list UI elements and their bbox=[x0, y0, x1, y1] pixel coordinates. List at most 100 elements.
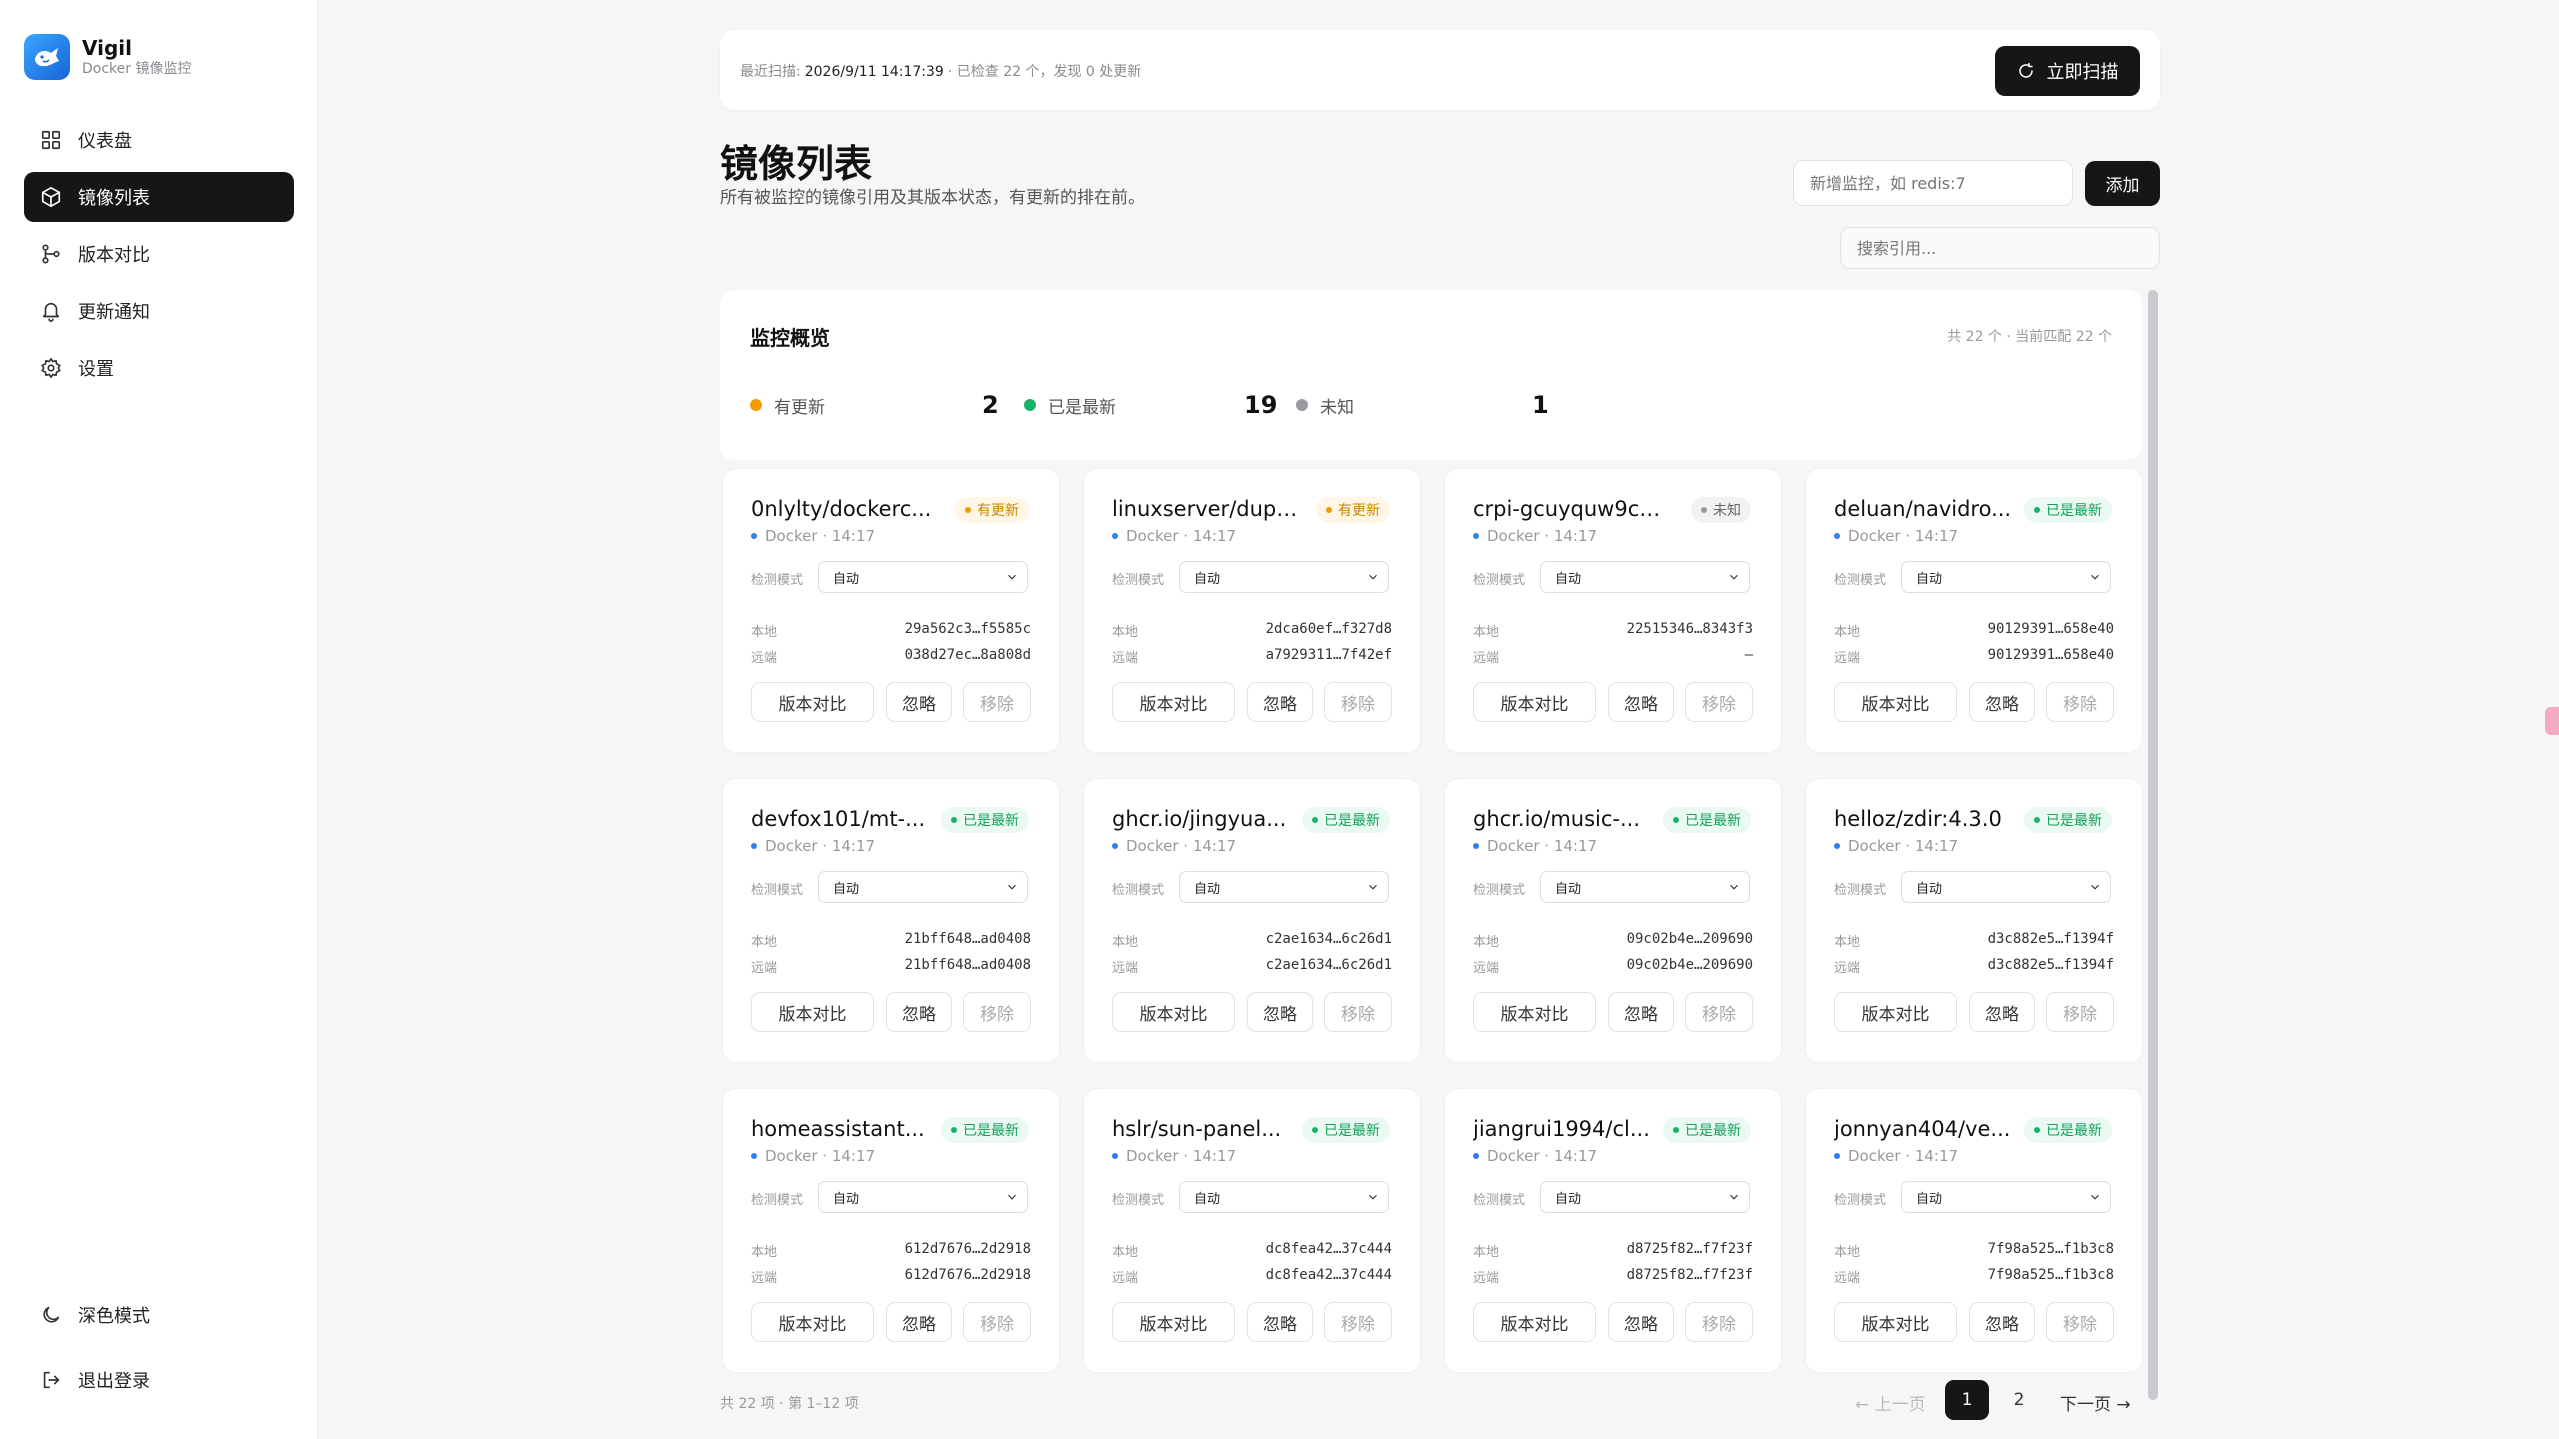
remove-button[interactable]: 移除 bbox=[1324, 992, 1392, 1032]
detect-mode-select[interactable]: 自动 bbox=[818, 871, 1028, 903]
remove-button[interactable]: 移除 bbox=[2046, 682, 2114, 722]
ignore-button[interactable]: 忽略 bbox=[1608, 992, 1674, 1032]
image-name[interactable]: crpi-gcuyquw9co... bbox=[1473, 497, 1663, 521]
sidebar-item-compare[interactable]: 版本对比 bbox=[24, 229, 294, 279]
status-badge-label: 已是最新 bbox=[963, 813, 1019, 829]
compare-button[interactable]: 版本对比 bbox=[751, 1302, 874, 1342]
search-input[interactable] bbox=[1840, 227, 2160, 269]
image-source: Docker bbox=[1126, 837, 1179, 855]
sidebar-item-settings[interactable]: 设置 bbox=[24, 343, 294, 393]
detect-mode-select[interactable]: 自动 bbox=[1179, 561, 1389, 593]
compare-button[interactable]: 版本对比 bbox=[1834, 1302, 1957, 1342]
remove-button[interactable]: 移除 bbox=[1324, 1302, 1392, 1342]
status-dot-icon bbox=[951, 817, 957, 823]
compare-button[interactable]: 版本对比 bbox=[1112, 682, 1235, 722]
page-2-button[interactable]: 2 bbox=[1997, 1380, 2041, 1420]
prev-page-button[interactable]: ← 上一页 bbox=[1855, 1390, 1926, 1415]
scan-now-button[interactable]: 立即扫描 bbox=[1995, 46, 2140, 96]
detect-mode-select[interactable]: 自动 bbox=[1179, 871, 1389, 903]
ignore-button[interactable]: 忽略 bbox=[1969, 992, 2035, 1032]
ignore-button[interactable]: 忽略 bbox=[886, 682, 952, 722]
remote-digest: 612d7676…2d2918 bbox=[904, 1267, 1031, 1283]
sidebar-item-images[interactable]: 镜像列表 bbox=[24, 172, 294, 222]
detect-mode-select[interactable]: 自动 bbox=[1901, 1181, 2111, 1213]
remote-label: 远端 bbox=[1112, 651, 1139, 666]
remove-button[interactable]: 移除 bbox=[963, 682, 1031, 722]
compare-button[interactable]: 版本对比 bbox=[1112, 1302, 1235, 1342]
remove-button[interactable]: 移除 bbox=[2046, 1302, 2114, 1342]
ignore-button[interactable]: 忽略 bbox=[1247, 992, 1313, 1032]
compare-button[interactable]: 版本对比 bbox=[1834, 682, 1957, 722]
compare-button[interactable]: 版本对比 bbox=[1473, 682, 1596, 722]
ignore-button[interactable]: 忽略 bbox=[1969, 682, 2035, 722]
image-name[interactable]: homeassistant... bbox=[751, 1117, 941, 1141]
ignore-button[interactable]: 忽略 bbox=[1247, 682, 1313, 722]
image-name[interactable]: helloz/zdir:4.3.0 bbox=[1834, 807, 2024, 831]
image-meta: Docker · 14:17 bbox=[1112, 527, 1236, 545]
local-digest: 7f98a525…f1b3c8 bbox=[1987, 1241, 2114, 1257]
scrollbar-thumb[interactable] bbox=[2148, 290, 2158, 1400]
dark-mode-toggle[interactable]: 深色模式 bbox=[24, 1290, 294, 1340]
logout-button[interactable]: 退出登录 bbox=[24, 1355, 294, 1405]
compare-button[interactable]: 版本对比 bbox=[1834, 992, 1957, 1032]
compare-button[interactable]: 版本对比 bbox=[1112, 992, 1235, 1032]
ignore-button[interactable]: 忽略 bbox=[1608, 682, 1674, 722]
detect-mode-select[interactable]: 自动 bbox=[1179, 1181, 1389, 1213]
remove-button[interactable]: 移除 bbox=[1685, 1302, 1753, 1342]
translate-icon[interactable] bbox=[2545, 707, 2559, 735]
ignore-button[interactable]: 忽略 bbox=[1247, 1302, 1313, 1342]
local-digest-row: 本地 90129391…658e40 bbox=[1834, 621, 2114, 640]
remove-button[interactable]: 移除 bbox=[1685, 682, 1753, 722]
mode-value: 自动 bbox=[1194, 571, 1221, 587]
image-name[interactable]: ghcr.io/jingyua... bbox=[1112, 807, 1302, 831]
scrollbar[interactable] bbox=[2148, 290, 2158, 1400]
remote-label: 远端 bbox=[1834, 1271, 1861, 1286]
remove-button[interactable]: 移除 bbox=[1685, 992, 1753, 1032]
ignore-button[interactable]: 忽略 bbox=[886, 992, 952, 1032]
remove-button[interactable]: 移除 bbox=[963, 992, 1031, 1032]
detect-mode-select[interactable]: 自动 bbox=[1901, 561, 2111, 593]
detect-mode-select[interactable]: 自动 bbox=[818, 561, 1028, 593]
detect-mode-select[interactable]: 自动 bbox=[1540, 1181, 1750, 1213]
image-time: 14:17 bbox=[1914, 1147, 1959, 1165]
detect-mode-select[interactable]: 自动 bbox=[1901, 871, 2111, 903]
logout-label: 退出登录 bbox=[78, 1371, 150, 1392]
sidebar-item-dashboard[interactable]: 仪表盘 bbox=[24, 115, 294, 165]
compare-button[interactable]: 版本对比 bbox=[1473, 992, 1596, 1032]
remote-digest: 7f98a525…f1b3c8 bbox=[1987, 1267, 2114, 1283]
image-name[interactable]: 0nlylty/dockerc... bbox=[751, 497, 941, 521]
ignore-button[interactable]: 忽略 bbox=[1608, 1302, 1674, 1342]
docker-dot-icon bbox=[1112, 843, 1118, 849]
detect-mode-select[interactable]: 自动 bbox=[818, 1181, 1028, 1213]
compare-button[interactable]: 版本对比 bbox=[751, 992, 874, 1032]
remote-digest: d8725f82…f7f23f bbox=[1626, 1267, 1753, 1283]
image-name[interactable]: deluan/navidro... bbox=[1834, 497, 2024, 521]
meta-separator: · bbox=[1178, 527, 1193, 545]
image-name[interactable]: hslr/sun-panel... bbox=[1112, 1117, 1302, 1141]
detect-mode-select[interactable]: 自动 bbox=[1540, 871, 1750, 903]
add-monitor-input[interactable] bbox=[1793, 160, 2073, 206]
image-name[interactable]: devfox101/mt-... bbox=[751, 807, 941, 831]
ignore-button[interactable]: 忽略 bbox=[1969, 1302, 2035, 1342]
detect-mode-select[interactable]: 自动 bbox=[1540, 561, 1750, 593]
sidebar-item-notifications[interactable]: 更新通知 bbox=[24, 286, 294, 336]
meta-separator: · bbox=[1539, 837, 1554, 855]
mode-label: 检测模式 bbox=[751, 883, 804, 898]
image-card: deluan/navidro... 已是最新 Docker · 14:17 检测… bbox=[1805, 468, 2143, 753]
compare-button[interactable]: 版本对比 bbox=[1473, 1302, 1596, 1342]
next-page-button[interactable]: 下一页 → bbox=[2060, 1390, 2131, 1415]
image-name[interactable]: jiangrui1994/cl... bbox=[1473, 1117, 1663, 1141]
ignore-button[interactable]: 忽略 bbox=[886, 1302, 952, 1342]
remove-button[interactable]: 移除 bbox=[963, 1302, 1031, 1342]
remove-button[interactable]: 移除 bbox=[1324, 682, 1392, 722]
scan-status-bar: 最近扫描: 2026/9/11 14:17:39 · 已检查 22 个，发现 0 处… bbox=[720, 30, 2160, 110]
image-name[interactable]: ghcr.io/music-... bbox=[1473, 807, 1663, 831]
compare-button[interactable]: 版本对比 bbox=[751, 682, 874, 722]
image-name[interactable]: linuxserver/dupli... bbox=[1112, 497, 1302, 521]
remove-button[interactable]: 移除 bbox=[2046, 992, 2114, 1032]
add-button[interactable]: 添加 bbox=[2085, 161, 2160, 206]
remote-digest-row: 远端 dc8fea42…37c444 bbox=[1112, 1267, 1392, 1286]
brand[interactable]: Vigil Docker 镜像监控 bbox=[24, 34, 191, 80]
page-1-button[interactable]: 1 bbox=[1945, 1380, 1989, 1420]
image-name[interactable]: jonnyan404/ve... bbox=[1834, 1117, 2024, 1141]
